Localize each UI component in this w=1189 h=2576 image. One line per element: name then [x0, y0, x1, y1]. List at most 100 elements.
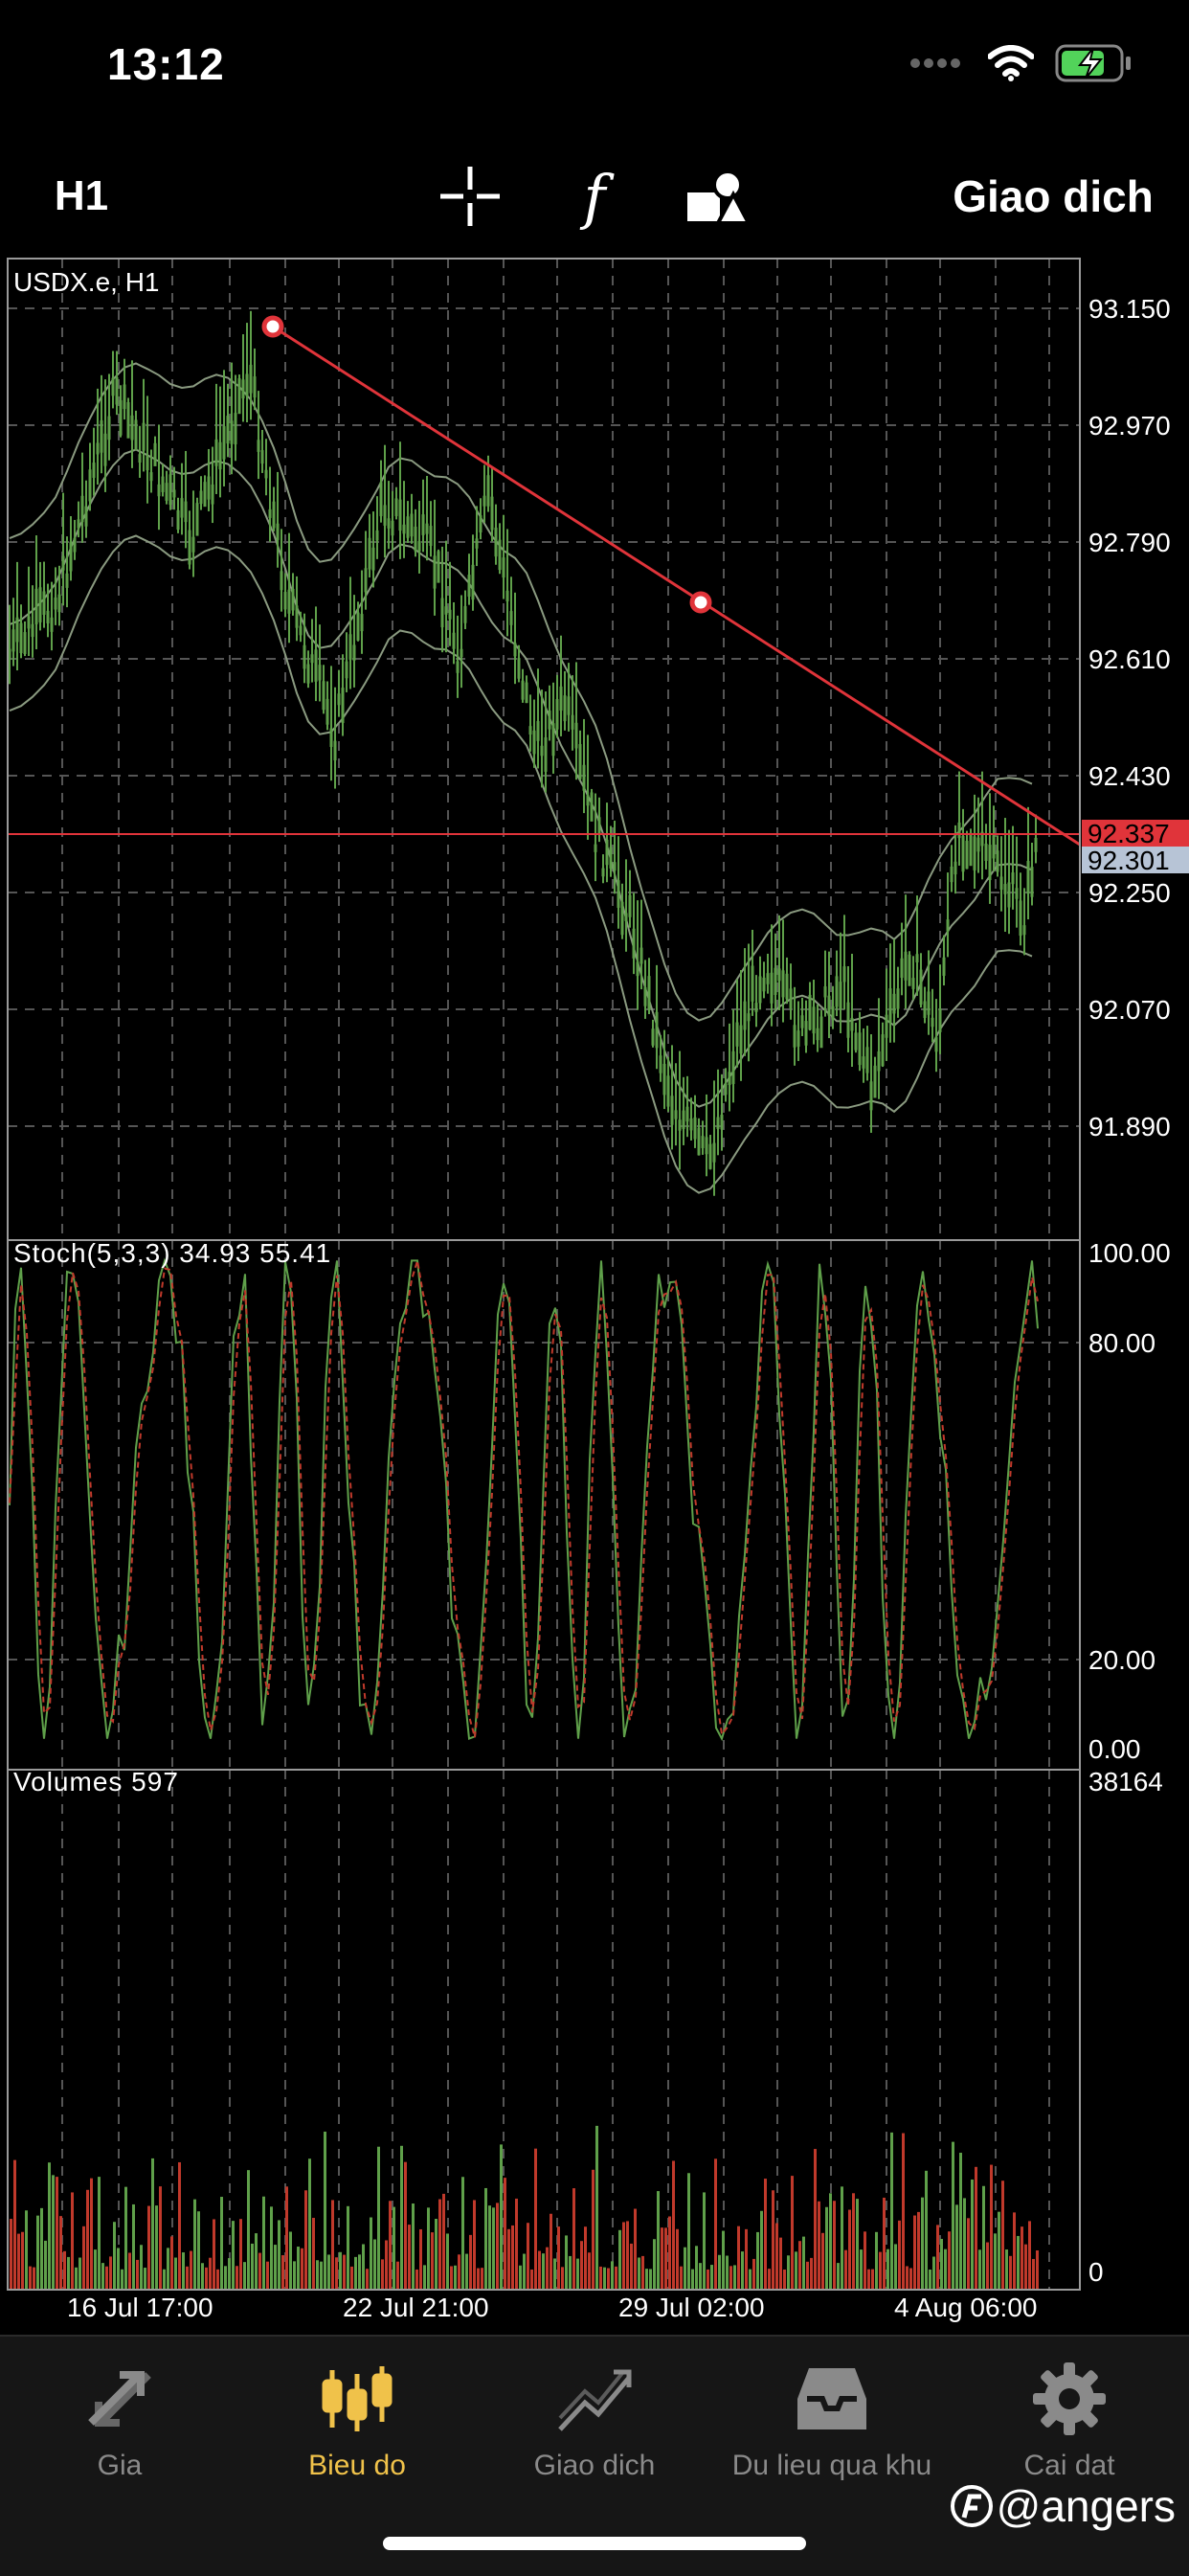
volume-bar [952, 2141, 954, 2289]
volume-bar [561, 2267, 564, 2289]
volume-bar [676, 2228, 679, 2289]
volume-bar [454, 2265, 457, 2289]
panel-frames [7, 258, 1081, 2291]
crosshair-button[interactable] [427, 144, 513, 249]
volume-bar [232, 2221, 235, 2289]
volume-bar [814, 2149, 817, 2289]
tab-quotes[interactable]: Gia [0, 2356, 239, 2499]
watermark-text: @angers [996, 2481, 1176, 2531]
volume-bar [680, 2266, 683, 2289]
volume-bar [293, 2261, 296, 2289]
time-tick: 29 Jul 02:00 [618, 2293, 765, 2322]
battery-charging-icon [1055, 44, 1131, 82]
volume-bar [63, 2250, 66, 2289]
volume-bar [569, 2255, 572, 2289]
volume-bar [354, 2256, 357, 2289]
volume-bar [347, 2205, 349, 2289]
volume-bar [56, 2177, 58, 2289]
trade-button-label: Giao dich [953, 171, 1154, 221]
volume-bar [504, 2178, 506, 2289]
volume-bar [297, 2247, 300, 2289]
trendline-anchor-start[interactable] [261, 315, 284, 338]
volume-bar [772, 2190, 774, 2289]
volume-bar [465, 2253, 468, 2289]
volume-bar [427, 2207, 430, 2289]
time-tick: 4 Aug 06:00 [894, 2293, 1038, 2322]
price-candles [8, 310, 1038, 1196]
volume-bar [270, 2206, 273, 2289]
volume-bar [132, 2203, 135, 2289]
volume-bar [492, 2207, 495, 2289]
tab-history[interactable]: Du lieu qua khu [712, 2356, 952, 2499]
tab-chart[interactable]: Bieu do [237, 2356, 477, 2499]
price-tick: 92.610 [1088, 644, 1171, 674]
volume-bar [634, 2208, 637, 2289]
volume-bar [664, 2227, 667, 2289]
volume-bar [703, 2192, 706, 2289]
volumes-tick: 38164 [1088, 1767, 1163, 1796]
volume-bar [925, 2170, 928, 2289]
volume-bar [714, 2158, 717, 2289]
volume-bar [867, 2269, 870, 2289]
volume-bar [595, 2125, 598, 2289]
function-icon: f [583, 161, 606, 232]
volume-bar [779, 2237, 782, 2289]
volume-bar [607, 2268, 610, 2289]
indicators-button[interactable]: f [551, 144, 638, 249]
volume-bar [71, 2192, 74, 2289]
volume-bar [48, 2162, 51, 2289]
volume-bar [144, 2268, 146, 2289]
volume-bar [722, 2230, 725, 2289]
volume-bar [791, 2176, 794, 2289]
volume-bar [216, 2269, 219, 2289]
volume-bar [316, 2260, 319, 2289]
volume-bar [645, 2269, 648, 2289]
volume-bar [281, 2255, 284, 2289]
volume-bar [228, 2258, 231, 2289]
volume-bar [967, 2218, 970, 2289]
stoch-signal-line [9, 1260, 1039, 1738]
volume-bar [370, 2217, 372, 2289]
volume-bar [44, 2240, 47, 2289]
status-bar: 13:12 [0, 0, 1189, 134]
volume-bar [622, 2222, 625, 2289]
volume-bar [243, 2262, 246, 2289]
volume-bar [423, 2265, 426, 2289]
volume-bar [17, 2233, 20, 2289]
volume-bar [266, 2261, 269, 2289]
volume-bar [615, 2266, 617, 2289]
candlestick-icon [322, 2366, 393, 2431]
tab-label: Cai dat [1023, 2450, 1115, 2481]
volume-bar [13, 2159, 16, 2289]
price-tick: 92.070 [1088, 995, 1171, 1025]
volume-bar [898, 2220, 901, 2289]
volume-bar [825, 2206, 828, 2289]
timeframe-button[interactable]: H1 [38, 144, 124, 249]
trade-button[interactable]: Giao dich [948, 144, 1158, 249]
volume-bar [913, 2215, 916, 2289]
volume-bar [324, 2131, 326, 2289]
volume-bar [262, 2196, 265, 2289]
tab-trade[interactable]: Giao dich [475, 2356, 714, 2499]
volume-bar [844, 2249, 847, 2289]
volume-bar [239, 2219, 242, 2289]
volume-bar [886, 2248, 889, 2289]
volume-bar [10, 2219, 12, 2289]
volume-bar [707, 2269, 709, 2289]
chart-area[interactable]: USDX.e, H1 Stoch(5,3,3) 34.93 55.41 Volu… [0, 255, 1189, 2322]
volume-bar [98, 2177, 101, 2289]
volume-bar [1013, 2212, 1016, 2289]
volume-bar [209, 2257, 212, 2289]
volume-bar [626, 2221, 629, 2289]
volume-bar [124, 2186, 127, 2289]
objects-button[interactable] [674, 144, 760, 249]
volume-bar [385, 2240, 388, 2289]
trendline[interactable] [272, 325, 1081, 847]
trendline-anchor-mid[interactable] [689, 591, 712, 614]
volume-bar [128, 2252, 131, 2289]
volume-bar [841, 2186, 843, 2289]
tab-settings[interactable]: Cai dat [950, 2356, 1189, 2499]
volume-bar [446, 2233, 449, 2289]
trade-chart-icon [558, 2369, 632, 2431]
volume-bar [661, 2227, 663, 2289]
